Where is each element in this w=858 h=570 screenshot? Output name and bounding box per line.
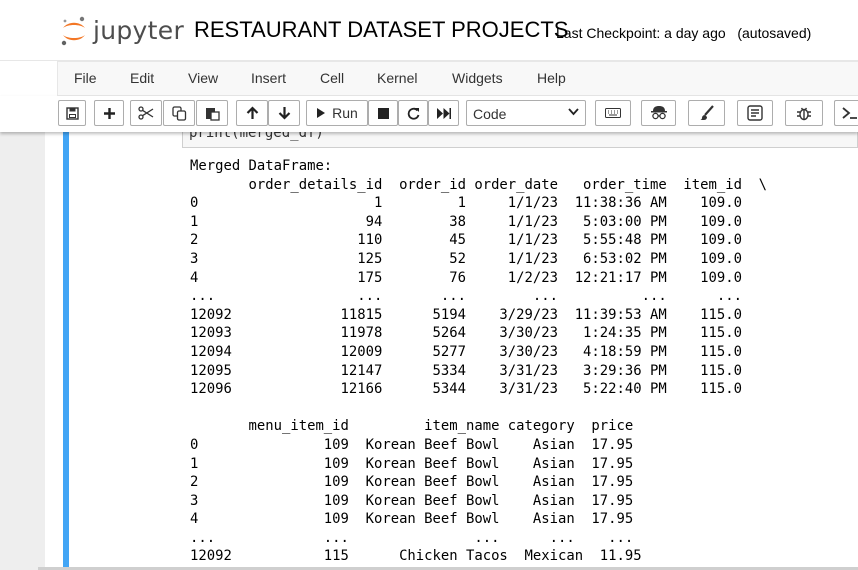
menu-bar-box: File Edit View Insert Cell Kernel Widget… — [57, 61, 858, 96]
bug-icon — [797, 107, 811, 121]
restart-run-all-button[interactable] — [428, 100, 459, 126]
menu-widgets[interactable]: Widgets — [452, 70, 503, 86]
selected-cell-indicator — [63, 132, 69, 570]
restart-button[interactable] — [398, 100, 428, 126]
header: jupyter RESTAURANT DATASET PROJECTS Last… — [0, 0, 858, 60]
save-icon — [65, 106, 79, 120]
menu-cell[interactable]: Cell — [320, 70, 344, 86]
arrow-down-icon — [278, 107, 290, 120]
jupyter-logo[interactable]: jupyter — [60, 14, 185, 48]
run-icon — [317, 108, 326, 118]
paintbrush-icon — [699, 105, 714, 120]
menu-help[interactable]: Help — [537, 70, 566, 86]
menu-view[interactable]: View — [188, 70, 218, 86]
move-up-button[interactable] — [236, 100, 268, 126]
code-input-area[interactable]: print(merged_df) — [182, 132, 858, 148]
paste-button[interactable] — [196, 100, 228, 126]
menu-bar: File Edit View Insert Cell Kernel Widget… — [0, 60, 858, 97]
menu-insert[interactable]: Insert — [251, 70, 286, 86]
menu-kernel[interactable]: Kernel — [377, 70, 417, 86]
fast-forward-icon — [436, 107, 451, 119]
notebook-title[interactable]: RESTAURANT DATASET PROJECTS — [194, 17, 568, 43]
toc-button[interactable] — [737, 100, 773, 126]
arrow-up-icon — [246, 106, 258, 119]
insert-cell-button[interactable] — [94, 100, 124, 126]
keyboard-icon — [605, 108, 621, 118]
menu-edit[interactable]: Edit — [130, 70, 154, 86]
toolbar: Run Code — [0, 96, 858, 132]
checkpoint-status: Last Checkpoint: a day ago (autosaved) — [556, 25, 811, 41]
terminal-icon — [841, 107, 857, 119]
cut-button[interactable] — [130, 100, 162, 126]
stop-icon — [377, 107, 389, 119]
incognito-icon — [650, 106, 667, 120]
cell-type-select[interactable]: Code — [466, 100, 586, 126]
command-palette-button[interactable] — [595, 100, 631, 126]
run-button[interactable]: Run — [306, 100, 368, 126]
cell-type-value: Code — [473, 106, 507, 122]
move-down-button[interactable] — [268, 100, 300, 126]
autosave-status: (autosaved) — [737, 25, 812, 41]
jupyter-logo-icon — [61, 16, 85, 46]
logo-text: jupyter — [93, 16, 185, 45]
copy-button[interactable] — [163, 100, 195, 126]
chevron-down-icon — [568, 108, 579, 116]
copy-icon — [171, 105, 186, 121]
document-icon — [747, 105, 763, 121]
menu-file[interactable]: File — [74, 70, 97, 86]
terminal-button[interactable] — [834, 100, 858, 126]
debugger-button[interactable] — [785, 100, 823, 126]
cell-output: Merged DataFrame: order_details_id order… — [190, 158, 768, 565]
paste-icon — [205, 107, 220, 121]
code-fragment: print(merged_df) — [189, 132, 324, 141]
interrupt-button[interactable] — [368, 100, 398, 126]
plus-icon — [103, 107, 115, 119]
cut-icon — [138, 106, 154, 120]
run-label: Run — [332, 105, 358, 121]
format-button[interactable] — [688, 100, 725, 126]
save-button[interactable] — [58, 100, 86, 126]
extension-button[interactable] — [641, 100, 676, 126]
restart-icon — [407, 107, 419, 120]
checkpoint-text: Last Checkpoint: a day ago — [556, 25, 726, 41]
